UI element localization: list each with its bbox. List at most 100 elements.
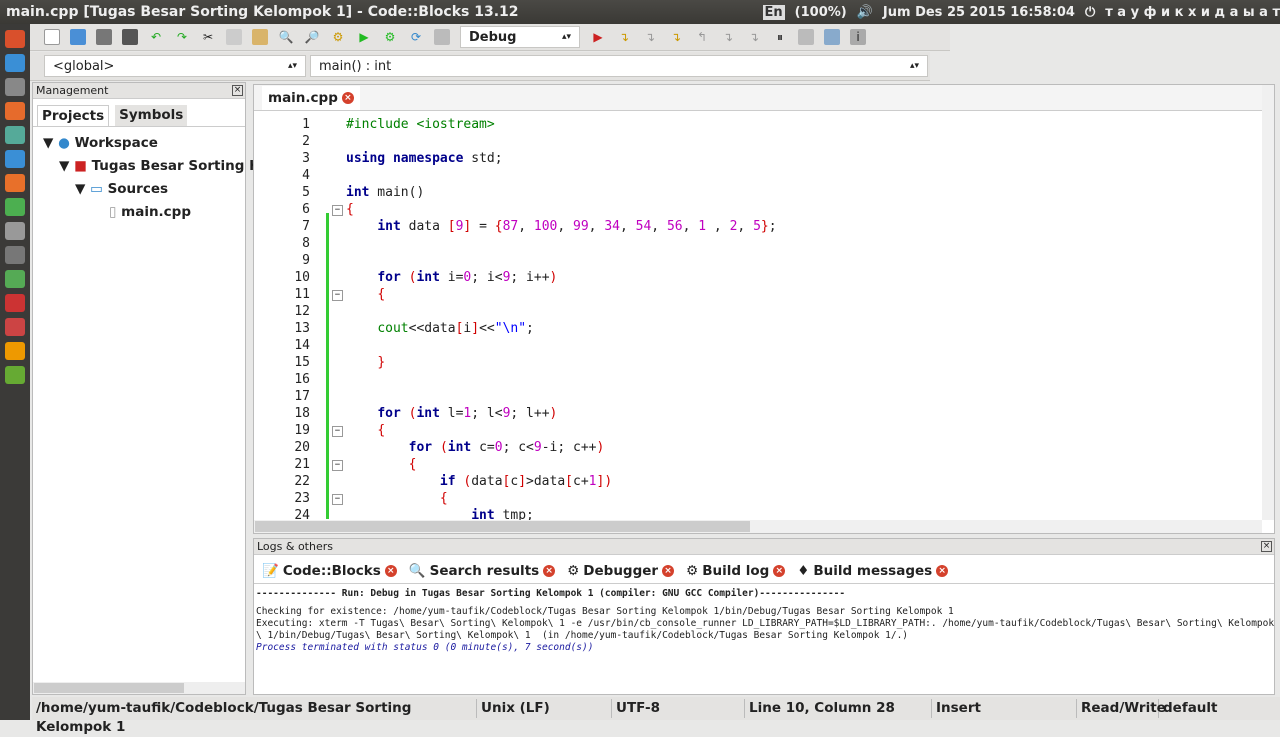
fold-toggle[interactable]: − (332, 426, 343, 437)
code-line: using namespace std; (346, 151, 503, 166)
function-select[interactable]: main() : int ▴▾ (310, 55, 928, 77)
build-run-icon[interactable]: ⚙ (382, 29, 398, 45)
tab-projects[interactable]: Projects (37, 105, 110, 126)
fold-toggle[interactable]: − (332, 460, 343, 471)
tree-sources[interactable]: ▼ ▭ Sources (33, 177, 245, 200)
step-into-icon[interactable]: ↴ (668, 29, 684, 45)
fold-toggle[interactable]: − (332, 494, 343, 505)
launcher-app-icon[interactable] (5, 174, 25, 192)
code-area[interactable]: 1 #include <iostream> 2 3 using namespace st… (254, 115, 1262, 523)
horizontal-scrollbar[interactable] (254, 520, 1262, 533)
status-bar: /home/yum-taufik/Codeblock/Tugas Besar S… (32, 697, 1280, 735)
paste-icon[interactable] (252, 29, 268, 45)
launcher-app-icon[interactable] (5, 30, 25, 48)
tree-main-cpp[interactable]: ▯ main.cpp (33, 200, 245, 223)
open-file-icon[interactable] (70, 29, 86, 45)
next-instruction-icon[interactable]: ↴ (720, 29, 736, 45)
replace-icon[interactable]: 🔎 (304, 29, 320, 45)
fold-toggle[interactable]: − (332, 290, 343, 301)
launcher-app-icon[interactable] (5, 54, 25, 72)
launcher-app-icon[interactable] (5, 150, 25, 168)
code-line: { (346, 457, 417, 472)
code-token: , (588, 219, 605, 234)
save-icon[interactable] (96, 29, 112, 45)
launcher-app-icon[interactable] (5, 246, 25, 264)
tree-project[interactable]: ▼ ■ Tugas Besar Sorting Kelompok 1 (33, 154, 338, 177)
launcher-app-icon[interactable] (5, 294, 25, 312)
code-token: , (557, 219, 574, 234)
stop-debug-icon[interactable] (798, 29, 814, 45)
cut-icon[interactable]: ✂ (200, 29, 216, 45)
launcher-app-icon[interactable] (5, 222, 25, 240)
launcher-app-icon[interactable] (5, 126, 25, 144)
power-icon[interactable]: ⏻ (1085, 5, 1095, 20)
next-line-icon[interactable]: ↴ (642, 29, 658, 45)
close-tab-icon[interactable]: × (773, 565, 786, 577)
code-token: , (651, 219, 667, 234)
launcher-app-icon[interactable] (5, 198, 25, 216)
find-icon[interactable]: 🔍 (278, 29, 294, 45)
launcher-app-icon[interactable] (5, 102, 25, 120)
code-token: data (471, 474, 503, 489)
tree-workspace[interactable]: ▼ ● Workspace (33, 131, 245, 154)
step-instruction-icon[interactable]: ↴ (746, 29, 762, 45)
log-tab[interactable]: ♦ Build messages × (791, 559, 954, 583)
close-tab-icon[interactable]: × (543, 565, 556, 577)
language-indicator[interactable]: En (762, 4, 785, 20)
redo-icon[interactable]: ↷ (174, 29, 190, 45)
close-tab-icon[interactable]: × (936, 565, 949, 577)
run-to-cursor-icon[interactable]: ↴ (616, 29, 632, 45)
clock[interactable]: Jum Des 25 2015 16:58:04 (883, 5, 1075, 20)
code-line: { (346, 423, 385, 438)
build-icon[interactable]: ⚙ (330, 29, 346, 45)
log-tab[interactable]: 📝 Code::Blocks × (256, 559, 403, 583)
editor-tab-main-cpp[interactable]: main.cpp × (262, 85, 360, 110)
launcher-app-icon[interactable] (5, 318, 25, 336)
new-file-icon[interactable] (44, 29, 60, 45)
info-icon[interactable]: i (850, 29, 866, 45)
scope-select[interactable]: <global> ▴▾ (44, 55, 306, 77)
horizontal-scrollbar[interactable] (33, 682, 245, 694)
step-out-icon[interactable]: ↰ (694, 29, 710, 45)
line-number: 14 (294, 338, 310, 353)
close-tab-icon[interactable]: × (662, 565, 675, 577)
debug-windows-icon[interactable] (824, 29, 840, 45)
code-token: -i; c++ (541, 440, 597, 455)
line-number: 18 (294, 406, 310, 421)
close-tab-icon[interactable]: × (341, 91, 354, 104)
pause-icon[interactable]: ⏸ (772, 29, 788, 45)
launcher-app-icon[interactable] (5, 270, 25, 288)
launcher-app-icon[interactable] (5, 78, 25, 96)
launcher-app-icon[interactable] (5, 366, 25, 384)
undo-icon[interactable]: ↶ (148, 29, 164, 45)
battery-indicator[interactable]: (100%) (795, 5, 847, 20)
run-icon[interactable]: ▶ (356, 29, 372, 45)
volume-icon[interactable]: 🔊 (857, 5, 873, 20)
launcher-app-icon[interactable] (5, 342, 25, 360)
rebuild-icon[interactable]: ⟳ (408, 29, 424, 45)
tab-symbols[interactable]: Symbols (115, 105, 188, 126)
log-tab[interactable]: ⚙ Debugger × (561, 559, 680, 583)
line-number: 11 (294, 287, 310, 302)
log-tab[interactable]: ⚙ Build log × (680, 559, 792, 583)
vertical-scrollbar[interactable] (1262, 85, 1274, 520)
tab-icon: ♦ (797, 563, 810, 579)
abort-icon[interactable] (434, 29, 450, 45)
close-icon[interactable]: × (232, 85, 243, 96)
close-tab-icon[interactable]: × (384, 565, 397, 577)
code-token: l= (439, 406, 464, 421)
save-all-icon[interactable] (122, 29, 138, 45)
code-token: cout (377, 321, 409, 336)
user-name[interactable]: т а у ф и к х и д а ы а т (1105, 5, 1280, 20)
fold-toggle[interactable]: − (332, 205, 343, 216)
code-token: for (377, 270, 401, 285)
scope-value: <global> (53, 58, 115, 74)
tree-label: Sources (107, 180, 169, 197)
debug-start-icon[interactable]: ▶ (590, 29, 606, 45)
line-number: 8 (302, 236, 310, 251)
line-number: 16 (294, 372, 310, 387)
close-icon[interactable]: × (1261, 541, 1272, 552)
build-target-select[interactable]: Debug ▴▾ (460, 26, 580, 48)
copy-icon[interactable] (226, 29, 242, 45)
log-tab[interactable]: 🔍 Search results × (403, 559, 561, 583)
